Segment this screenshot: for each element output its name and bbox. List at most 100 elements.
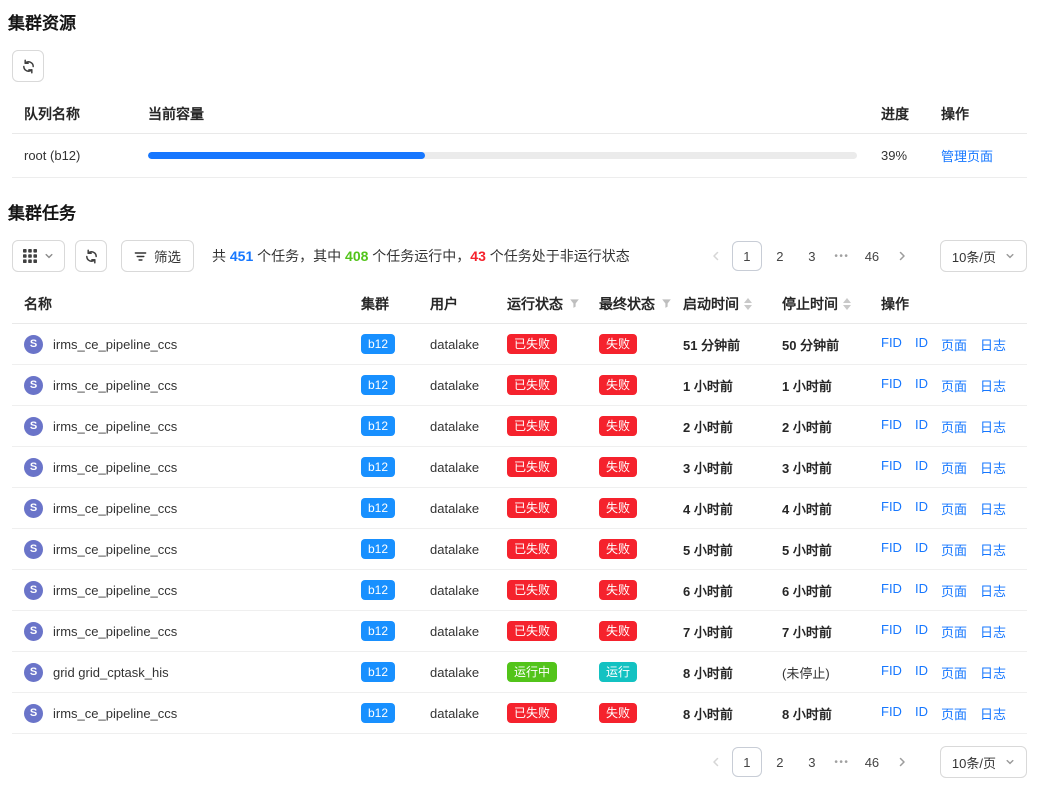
grid-icon bbox=[23, 249, 37, 263]
page-link[interactable]: 页面 bbox=[941, 458, 967, 477]
table-row: S irms_ce_pipeline_ccs b12 datalake 已失败 … bbox=[12, 693, 1027, 734]
run-status-badge: 已失败 bbox=[507, 416, 557, 436]
row-actions: FID ID 页面日志 bbox=[881, 376, 1027, 395]
page-button-2[interactable]: 2 bbox=[766, 748, 794, 776]
task-avatar: S bbox=[24, 581, 43, 600]
page-size-select[interactable]: 10条/页 bbox=[940, 746, 1027, 778]
prev-page-button[interactable] bbox=[704, 243, 728, 269]
run-status-badge: 已失败 bbox=[507, 703, 557, 723]
next-page-button[interactable] bbox=[890, 749, 914, 775]
stop-time-sort-icon[interactable] bbox=[843, 298, 851, 310]
page-link[interactable]: 页面 bbox=[941, 663, 967, 682]
log-link[interactable]: 日志 bbox=[980, 540, 1006, 559]
id-link[interactable]: ID bbox=[915, 540, 928, 559]
col-stop-time[interactable]: 停止时间 bbox=[782, 294, 881, 314]
fid-link[interactable]: FID bbox=[881, 704, 902, 723]
page-button-1[interactable]: 1 bbox=[732, 241, 762, 271]
page-size-select[interactable]: 10条/页 bbox=[940, 240, 1027, 272]
fid-link[interactable]: FID bbox=[881, 376, 902, 395]
fid-link[interactable]: FID bbox=[881, 458, 902, 477]
id-link[interactable]: ID bbox=[915, 622, 928, 641]
final-status-badge: 运行 bbox=[599, 662, 637, 682]
fid-link[interactable]: FID bbox=[881, 499, 902, 518]
page-link[interactable]: 页面 bbox=[941, 376, 967, 395]
task-avatar: S bbox=[24, 335, 43, 354]
fid-link[interactable]: FID bbox=[881, 581, 902, 600]
page: 集群资源 队列名称 当前容量 进度 操作 root (b12) bbox=[0, 0, 1039, 790]
task-name: irms_ce_pipeline_ccs bbox=[53, 460, 177, 475]
page-button-2[interactable]: 2 bbox=[766, 242, 794, 270]
tasks-toolbar: 筛选 共 451 个任务，其中 408 个任务运行中，43 个任务处于非运行状态… bbox=[12, 240, 1027, 272]
id-link[interactable]: ID bbox=[915, 704, 928, 723]
filter-icon bbox=[134, 250, 147, 263]
id-link[interactable]: ID bbox=[915, 499, 928, 518]
tasks-refresh-button[interactable] bbox=[75, 240, 107, 272]
page-button-3[interactable]: 3 bbox=[798, 748, 826, 776]
cluster-badge: b12 bbox=[361, 539, 395, 559]
page-button-3[interactable]: 3 bbox=[798, 242, 826, 270]
next-page-button[interactable] bbox=[890, 243, 914, 269]
final-status-filter-icon[interactable] bbox=[661, 298, 672, 309]
fid-link[interactable]: FID bbox=[881, 335, 902, 354]
col-name-label: 名称 bbox=[24, 294, 52, 314]
page-link[interactable]: 页面 bbox=[941, 335, 967, 354]
log-link[interactable]: 日志 bbox=[980, 376, 1006, 395]
fid-link[interactable]: FID bbox=[881, 663, 902, 682]
final-status-badge: 失败 bbox=[599, 334, 637, 354]
stop-time: 3 小时前 bbox=[782, 458, 832, 477]
id-link[interactable]: ID bbox=[915, 458, 928, 477]
log-link[interactable]: 日志 bbox=[980, 499, 1006, 518]
col-current-capacity: 当前容量 bbox=[148, 104, 857, 124]
log-link[interactable]: 日志 bbox=[980, 335, 1006, 354]
page-link[interactable]: 页面 bbox=[941, 622, 967, 641]
log-link[interactable]: 日志 bbox=[980, 458, 1006, 477]
id-link[interactable]: ID bbox=[915, 376, 928, 395]
task-name: irms_ce_pipeline_ccs bbox=[53, 337, 177, 352]
page-button-1[interactable]: 1 bbox=[732, 747, 762, 777]
log-link[interactable]: 日志 bbox=[980, 581, 1006, 600]
task-user: datalake bbox=[430, 419, 507, 434]
task-user: datalake bbox=[430, 665, 507, 680]
page-link[interactable]: 页面 bbox=[941, 417, 967, 436]
fid-link[interactable]: FID bbox=[881, 417, 902, 436]
page-link[interactable]: 页面 bbox=[941, 540, 967, 559]
row-actions: FID ID 页面日志 bbox=[881, 663, 1027, 682]
run-status-badge: 已失败 bbox=[507, 580, 557, 600]
final-status-badge: 失败 bbox=[599, 416, 637, 436]
log-link[interactable]: 日志 bbox=[980, 622, 1006, 641]
id-link[interactable]: ID bbox=[915, 581, 928, 600]
start-time-sort-icon[interactable] bbox=[744, 298, 752, 310]
page-link[interactable]: 页面 bbox=[941, 704, 967, 723]
table-row: S irms_ce_pipeline_ccs b12 datalake 已失败 … bbox=[12, 365, 1027, 406]
id-link[interactable]: ID bbox=[915, 335, 928, 354]
column-settings-button[interactable] bbox=[12, 240, 65, 272]
run-status-filter-icon[interactable] bbox=[569, 298, 580, 309]
page-link[interactable]: 页面 bbox=[941, 581, 967, 600]
page-button-last[interactable]: 46 bbox=[858, 748, 886, 776]
log-link[interactable]: 日志 bbox=[980, 417, 1006, 436]
pagination-bottom: 1 2 3 ••• 46 10条/页 bbox=[704, 746, 1027, 778]
task-avatar: S bbox=[24, 622, 43, 641]
prev-page-button[interactable] bbox=[704, 749, 728, 775]
id-link[interactable]: ID bbox=[915, 663, 928, 682]
table-row: S irms_ce_pipeline_ccs b12 datalake 已失败 … bbox=[12, 406, 1027, 447]
col-start-time[interactable]: 启动时间 bbox=[683, 294, 782, 314]
log-link[interactable]: 日志 bbox=[980, 663, 1006, 682]
cluster-badge: b12 bbox=[361, 375, 395, 395]
refresh-icon bbox=[84, 249, 99, 264]
stop-time: 2 小时前 bbox=[782, 417, 832, 436]
manage-page-link[interactable]: 管理页面 bbox=[941, 149, 993, 164]
fid-link[interactable]: FID bbox=[881, 622, 902, 641]
log-link[interactable]: 日志 bbox=[980, 704, 1006, 723]
run-status-badge: 已失败 bbox=[507, 334, 557, 354]
page-ellipsis[interactable]: ••• bbox=[830, 757, 854, 768]
page-button-last[interactable]: 46 bbox=[858, 242, 886, 270]
fid-link[interactable]: FID bbox=[881, 540, 902, 559]
summary-text: 个任务，其中 bbox=[253, 248, 345, 264]
resources-refresh-button[interactable] bbox=[12, 50, 44, 82]
final-status-badge: 失败 bbox=[599, 457, 637, 477]
id-link[interactable]: ID bbox=[915, 417, 928, 436]
page-ellipsis[interactable]: ••• bbox=[830, 251, 854, 262]
filter-button[interactable]: 筛选 bbox=[121, 240, 194, 272]
page-link[interactable]: 页面 bbox=[941, 499, 967, 518]
